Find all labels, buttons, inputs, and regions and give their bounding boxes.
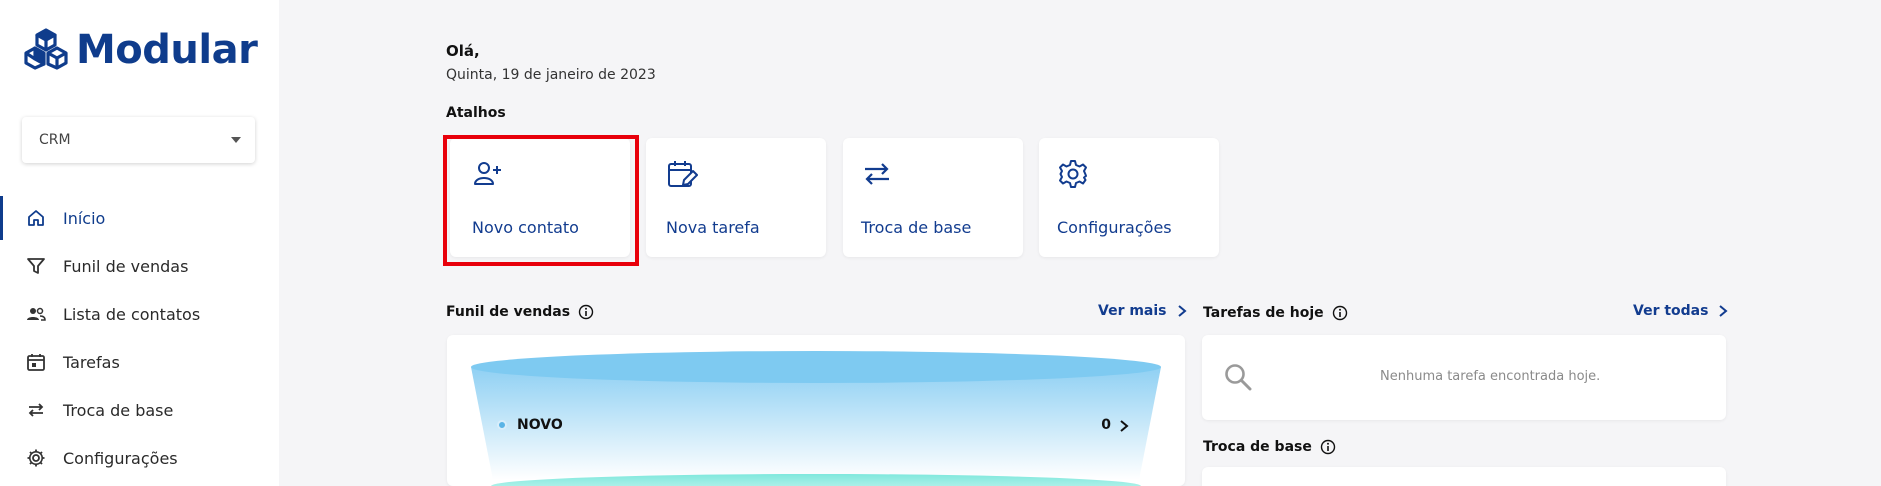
caret-down-icon (231, 137, 241, 143)
base-swap-panel (1202, 467, 1726, 486)
info-icon[interactable] (1320, 439, 1336, 455)
shortcut-label: Nova tarefa (666, 218, 760, 237)
sidebar-item-configuracoes[interactable]: Configurações (0, 434, 279, 482)
app-name: Modular (76, 27, 258, 73)
stage-label: NOVO (517, 417, 563, 433)
info-icon[interactable] (1332, 305, 1348, 321)
swap-icon (861, 158, 893, 190)
gear-icon (26, 448, 46, 468)
stage-dot (497, 420, 507, 430)
funnel-panel: NOVO 0 (447, 335, 1185, 486)
funnel-graphic (471, 351, 1161, 486)
base-swap-title-text: Troca de base (1203, 439, 1312, 455)
tasks-title: Tarefas de hoje (1203, 305, 1348, 321)
contacts-icon (26, 304, 46, 324)
sidebar-item-funil-de-vendas[interactable]: Funil de vendas (0, 242, 279, 290)
sidebar-item-label: Funil de vendas (63, 256, 189, 276)
sidebar-nav: Início Funil de vendas Lista de contatos… (0, 194, 279, 482)
sidebar-item-label: Configurações (63, 448, 178, 468)
sidebar-item-troca-de-base[interactable]: Troca de base (0, 386, 279, 434)
search-icon (1225, 364, 1252, 391)
shortcut-configuracoes[interactable]: Configurações (1039, 138, 1219, 257)
stage-count: 0 (1101, 417, 1111, 433)
tasks-panel: Nenhuma tarefa encontrada hoje. (1202, 335, 1726, 420)
funnel-see-more-text: Ver mais (1098, 303, 1167, 319)
swap-icon (26, 400, 46, 420)
sidebar-item-label: Tarefas (63, 352, 120, 372)
app-logo[interactable]: Modular (22, 26, 258, 74)
current-date: Quinta, 19 de janeiro de 2023 (446, 67, 656, 83)
cubes-logo-icon (24, 28, 68, 70)
sidebar-item-tarefas[interactable]: Tarefas (0, 338, 279, 386)
shortcut-label: Configurações (1057, 218, 1172, 237)
shortcut-troca-de-base[interactable]: Troca de base (843, 138, 1023, 257)
shortcuts-title-text: Atalhos (446, 105, 506, 121)
shortcut-label: Troca de base (861, 218, 972, 237)
calendar-icon (26, 352, 46, 372)
sidebar-item-label: Troca de base (63, 400, 174, 420)
sidebar: Modular CRM Início Funil de vendas Lista… (0, 0, 279, 486)
filter-icon (26, 256, 46, 276)
module-select[interactable]: CRM (22, 117, 255, 163)
sidebar-item-label: Início (63, 208, 106, 228)
funnel-see-more-link[interactable]: Ver mais (1098, 303, 1187, 319)
tasks-title-text: Tarefas de hoje (1203, 305, 1324, 321)
sidebar-item-lista-de-contatos[interactable]: Lista de contatos (0, 290, 279, 338)
calendar-edit-icon (666, 158, 698, 190)
info-icon[interactable] (578, 304, 594, 320)
sidebar-item-inicio[interactable]: Início (0, 194, 279, 242)
greeting: Olá, (446, 42, 480, 60)
funnel-title: Funil de vendas (446, 304, 594, 320)
chevron-right-icon (1120, 420, 1129, 432)
highlight-box (443, 135, 639, 266)
chevron-right-icon (1177, 304, 1187, 318)
home-icon (26, 208, 46, 228)
funnel-stage-novo[interactable]: NOVO 0 (497, 417, 1157, 433)
tasks-empty-message: Nenhuma tarefa encontrada hoje. (1380, 369, 1601, 384)
base-swap-title: Troca de base (1203, 439, 1336, 455)
module-select-value: CRM (39, 132, 71, 148)
tasks-see-all-text: Ver todas (1633, 303, 1709, 319)
shortcut-nova-tarefa[interactable]: Nova tarefa (646, 138, 826, 257)
funnel-title-text: Funil de vendas (446, 304, 571, 320)
sidebar-item-label: Lista de contatos (63, 304, 201, 324)
gear-icon (1057, 158, 1089, 190)
chevron-right-icon (1718, 304, 1729, 318)
shortcuts-title: Atalhos (446, 105, 506, 121)
tasks-see-all-link[interactable]: Ver todas (1633, 303, 1729, 319)
